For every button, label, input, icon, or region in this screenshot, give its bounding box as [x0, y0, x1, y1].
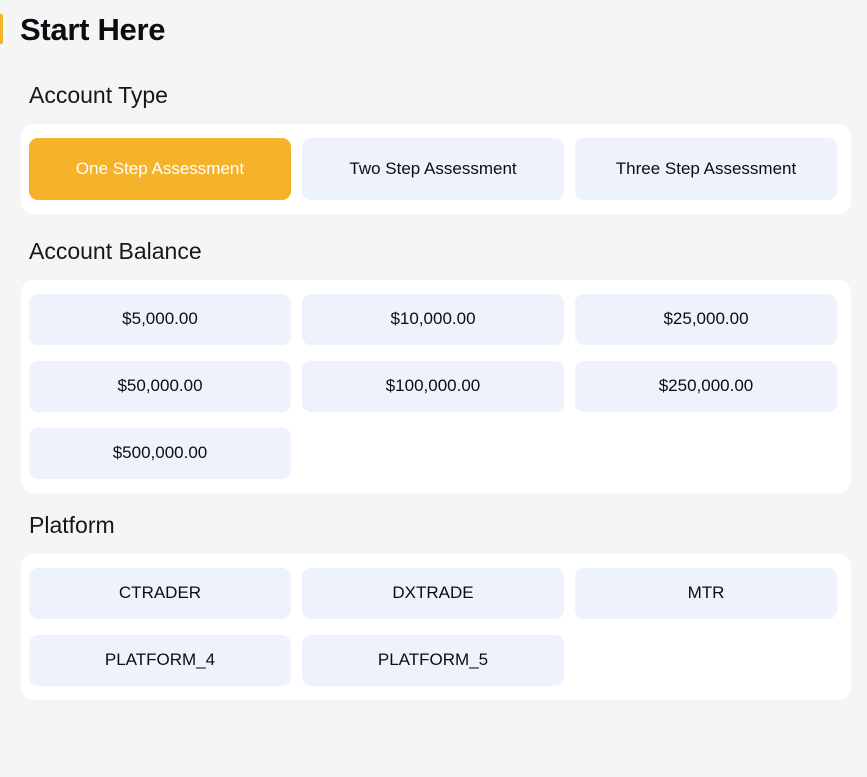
account-balance-option-5[interactable]: $250,000.00	[575, 361, 837, 412]
page-title: Start Here	[20, 11, 166, 47]
section-heading-account-type: Account Type	[29, 82, 168, 108]
account-type-option-2[interactable]: Three Step Assessment	[575, 138, 837, 200]
platform-option-2[interactable]: MTR	[575, 568, 837, 619]
platform-option-3[interactable]: PLATFORM_4	[29, 635, 291, 686]
platform-card: CTRADER DXTRADE MTR PLATFORM_4 PLATFORM_5	[21, 554, 851, 700]
account-type-option-0[interactable]: One Step Assessment	[29, 138, 291, 200]
account-balance-option-2[interactable]: $25,000.00	[575, 294, 837, 345]
account-type-options: One Step Assessment Two Step Assessment Th…	[29, 138, 837, 200]
platform-option-0[interactable]: CTRADER	[29, 568, 291, 619]
account-balance-options: $5,000.00 $10,000.00 $25,000.00 $50,000.00 $…	[29, 294, 837, 479]
platform-option-4[interactable]: PLATFORM_5	[302, 635, 564, 686]
start-here-page: Start Here Account Type One Step Assessm…	[0, 0, 867, 777]
account-balance-option-0[interactable]: $5,000.00	[29, 294, 291, 345]
platform-options: CTRADER DXTRADE MTR PLATFORM_4 PLATFORM_5	[29, 568, 837, 686]
account-balance-option-1[interactable]: $10,000.00	[302, 294, 564, 345]
account-balance-option-4[interactable]: $100,000.00	[302, 361, 564, 412]
account-balance-option-6[interactable]: $500,000.00	[29, 428, 291, 479]
page-header: Start Here	[0, 0, 867, 58]
accent-bar-icon	[0, 14, 3, 44]
platform-option-1[interactable]: DXTRADE	[302, 568, 564, 619]
section-heading-platform: Platform	[29, 512, 115, 538]
account-type-card: One Step Assessment Two Step Assessment Th…	[21, 124, 851, 214]
account-balance-option-3[interactable]: $50,000.00	[29, 361, 291, 412]
section-heading-account-balance: Account Balance	[29, 238, 202, 264]
account-type-option-1[interactable]: Two Step Assessment	[302, 138, 564, 200]
account-balance-card: $5,000.00 $10,000.00 $25,000.00 $50,000.00 $…	[21, 280, 851, 493]
